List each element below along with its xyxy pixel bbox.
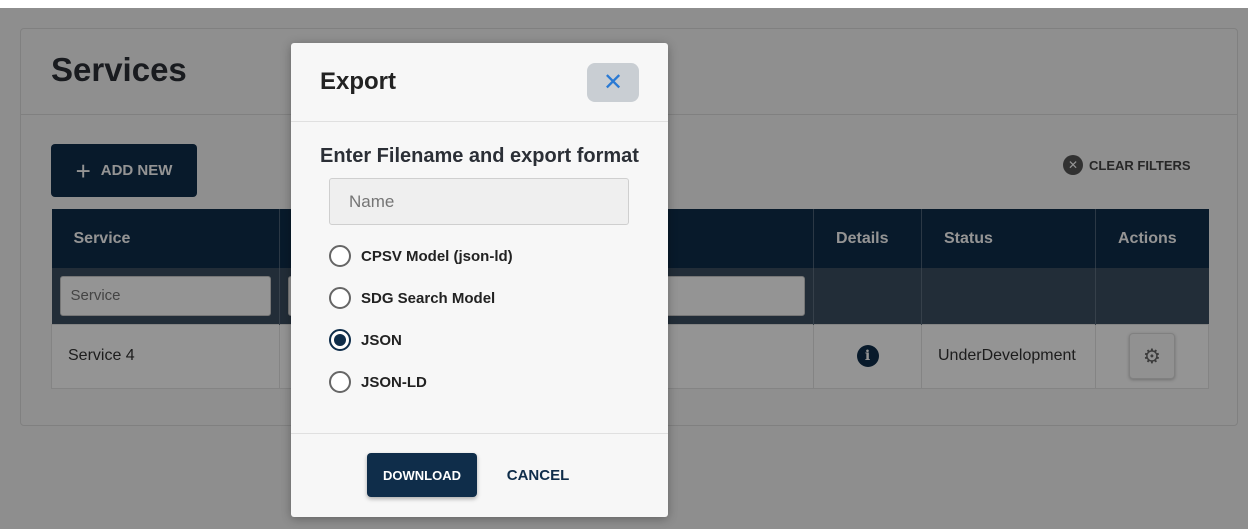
modal-title: Export (320, 68, 397, 95)
radio-button[interactable] (329, 245, 351, 267)
radio-button[interactable] (329, 287, 351, 309)
top-strip (0, 0, 1248, 8)
close-icon: ✕ (602, 69, 624, 96)
radio-label: CPSV Model (json-ld) (361, 247, 513, 265)
filename-input[interactable] (329, 178, 629, 225)
cancel-button[interactable]: CANCEL (491, 453, 585, 497)
modal-subtitle: Enter Filename and export format (320, 145, 639, 167)
radio-option-cpsv[interactable]: CPSV Model (json-ld) (329, 245, 513, 267)
radio-option-json[interactable]: JSON (329, 329, 402, 351)
radio-label: JSON-LD (361, 373, 427, 391)
radio-label: JSON (361, 331, 402, 349)
download-button[interactable]: DOWNLOAD (367, 453, 477, 497)
modal-divider (291, 433, 668, 434)
modal-close-button[interactable]: ✕ (587, 63, 639, 102)
export-modal: Export ✕ Enter Filename and export forma… (291, 43, 668, 517)
radio-option-sdg[interactable]: SDG Search Model (329, 287, 495, 309)
radio-button-selected[interactable] (329, 329, 351, 351)
modal-header: Export ✕ (291, 43, 668, 122)
radio-label: SDG Search Model (361, 289, 496, 307)
radio-button[interactable] (329, 371, 351, 393)
radio-option-json-ld[interactable]: JSON-LD (329, 371, 427, 393)
